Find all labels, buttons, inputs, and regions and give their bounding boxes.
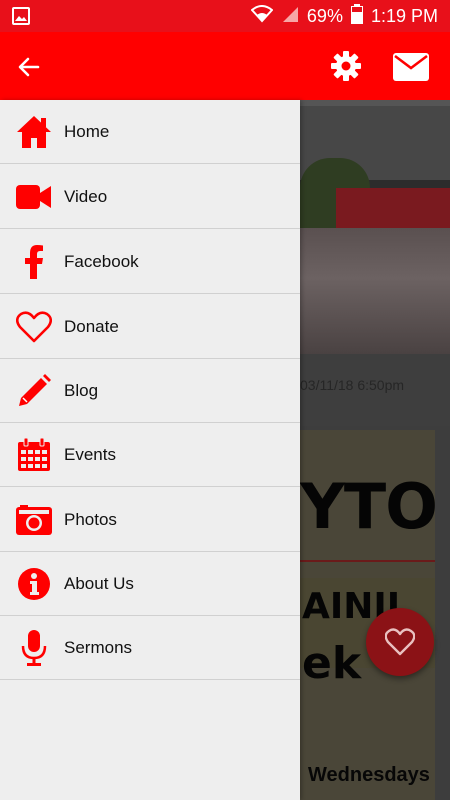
- menu-item-photos[interactable]: Photos: [0, 488, 300, 552]
- navigation-drawer: Home Video Facebook Donate Blog Events P…: [0, 100, 300, 800]
- heart-icon: [16, 309, 52, 345]
- menu-item-sermons[interactable]: Sermons: [0, 616, 300, 680]
- app-bar: [0, 32, 450, 100]
- battery-icon: [350, 3, 363, 29]
- back-arrow-icon[interactable]: [14, 52, 44, 82]
- camera-icon: [16, 502, 52, 538]
- menu-item-label: Video: [64, 187, 108, 206]
- clock: 1:19 PM: [370, 5, 438, 26]
- menu-item-blog[interactable]: Blog: [0, 359, 300, 423]
- menu-item-label: Facebook: [64, 252, 139, 271]
- gear-icon[interactable]: [330, 50, 362, 82]
- facebook-icon: [16, 244, 52, 280]
- menu-item-label: Photos: [64, 510, 117, 529]
- favorite-button[interactable]: [366, 608, 434, 676]
- wifi-icon: [250, 4, 274, 28]
- menu-item-label: Events: [64, 445, 116, 464]
- card-footer-text: Wednesdays: [308, 764, 430, 786]
- signal-icon: [281, 5, 299, 28]
- menu-item-events[interactable]: Events: [0, 423, 300, 487]
- menu-item-label: Blog: [64, 381, 99, 400]
- menu-item-label: About Us: [64, 574, 134, 593]
- status-bar: 69% 1:19 PM: [0, 0, 450, 32]
- home-icon: [16, 114, 52, 150]
- menu-item-label: Donate: [64, 317, 119, 336]
- menu-item-facebook[interactable]: Facebook: [0, 230, 300, 294]
- heart-outline-icon: [385, 628, 415, 656]
- image-notification-icon: [12, 7, 30, 30]
- menu-item-about-us[interactable]: About Us: [0, 552, 300, 616]
- pencil-icon: [16, 373, 52, 409]
- menu-item-video[interactable]: Video: [0, 165, 300, 229]
- mail-icon[interactable]: [393, 53, 429, 81]
- menu-item-label: Home: [64, 122, 110, 141]
- card-headline-1: YTO: [300, 470, 435, 543]
- battery-percent: 69%: [306, 5, 343, 26]
- menu-item-donate[interactable]: Donate: [0, 295, 300, 359]
- card-divider: [300, 560, 435, 562]
- video-camera-icon: [16, 179, 52, 215]
- calendar-icon: [16, 437, 52, 473]
- menu-item-label: Sermons: [64, 638, 133, 657]
- post-date: 03/11/18 6:50pm: [300, 377, 405, 393]
- menu-item-home[interactable]: Home: [0, 100, 300, 164]
- info-icon: [16, 566, 52, 602]
- featured-photo[interactable]: [300, 100, 450, 354]
- card-headline-3: ek: [302, 638, 362, 689]
- post-date-row: 03/11/18 6:50pm: [300, 354, 450, 426]
- microphone-icon: [16, 630, 52, 666]
